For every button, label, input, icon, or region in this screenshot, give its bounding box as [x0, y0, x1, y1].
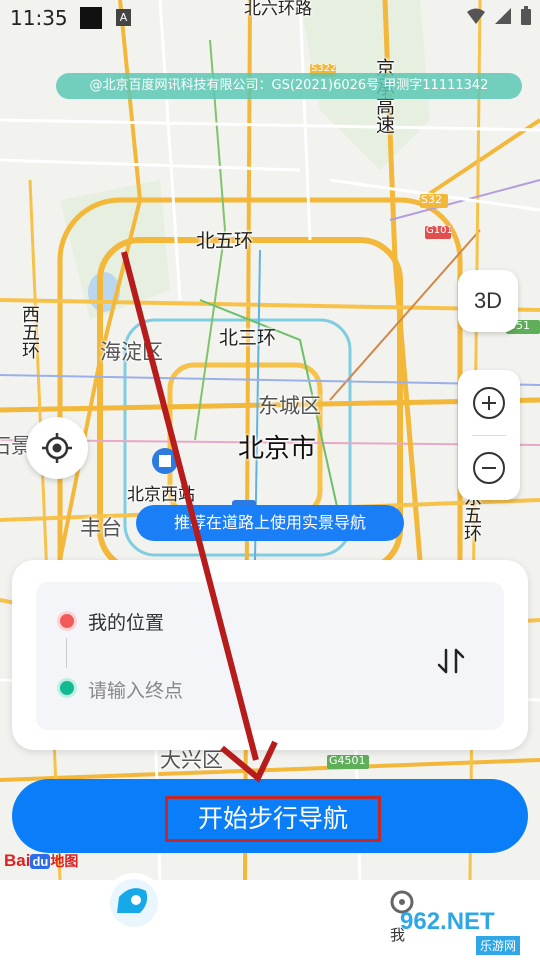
locate-icon [42, 433, 72, 463]
zoom-out-button[interactable] [458, 435, 520, 500]
destination-field[interactable]: 请输入终点 [88, 676, 183, 703]
destination-dot-icon [60, 681, 74, 695]
battery-icon [521, 6, 531, 25]
swap-button[interactable] [434, 644, 468, 678]
ar-navigation-banner[interactable]: 推荐在道路上使用实景导航 [136, 505, 404, 541]
map-label-haidian: 海淀区 [100, 340, 163, 364]
road-badge-g101: G101 [426, 225, 453, 236]
zoom-out-icon [473, 451, 505, 484]
3d-toggle-button[interactable]: 3D [458, 270, 518, 332]
site-watermark-sub: 乐游网 [476, 936, 521, 955]
map-label-beijing-city: 北京市 [238, 434, 317, 464]
baidu-logo: Bai du 地图 [4, 851, 79, 870]
status-bar: 11:35 A [0, 0, 540, 36]
route-input-box: 我的位置 请输入终点 [36, 582, 504, 730]
route-connector [66, 638, 67, 668]
locate-button[interactable] [26, 417, 88, 479]
app-notification-icon: A [116, 9, 131, 26]
zoom-control [458, 370, 520, 500]
zoom-in-button[interactable] [458, 370, 520, 435]
map-label-ring5-west: 西五环 [19, 305, 40, 359]
wifi-icon [467, 8, 485, 24]
start-walking-navigation-button[interactable]: 开始步行导航 [12, 779, 528, 853]
baidu-map-app-icon [104, 873, 164, 933]
nav-home-button[interactable] [102, 853, 166, 933]
map-label-fengtai: 丰台 [80, 516, 122, 540]
route-panel: 我的位置 请输入终点 [12, 560, 528, 750]
map-label-dongcheng: 东城区 [258, 394, 321, 418]
status-icons [466, 6, 532, 26]
zoom-in-icon [473, 386, 505, 419]
status-time: 11:35 [10, 6, 68, 30]
site-watermark: 962.NET [400, 908, 495, 935]
map-label-west-station: 北京西站 [127, 485, 195, 505]
road-badge-s32: S32 [421, 193, 442, 206]
signal-icon [495, 8, 511, 24]
origin-dot-icon [60, 614, 74, 628]
map-label-ring3-north: 北三环 [219, 327, 277, 349]
road-badge-g4501: G4501 [329, 754, 366, 767]
origin-field[interactable]: 我的位置 [88, 608, 164, 635]
swap-icon [437, 648, 465, 674]
start-button-label: 开始步行导航 [165, 796, 381, 842]
notification-icon [80, 7, 102, 29]
map-label-ring5-north: 北五环 [196, 230, 254, 252]
map-copyright: @北京百度网讯科技有限公司：GS(2021)6026号 甲测字11111342 [56, 73, 522, 99]
